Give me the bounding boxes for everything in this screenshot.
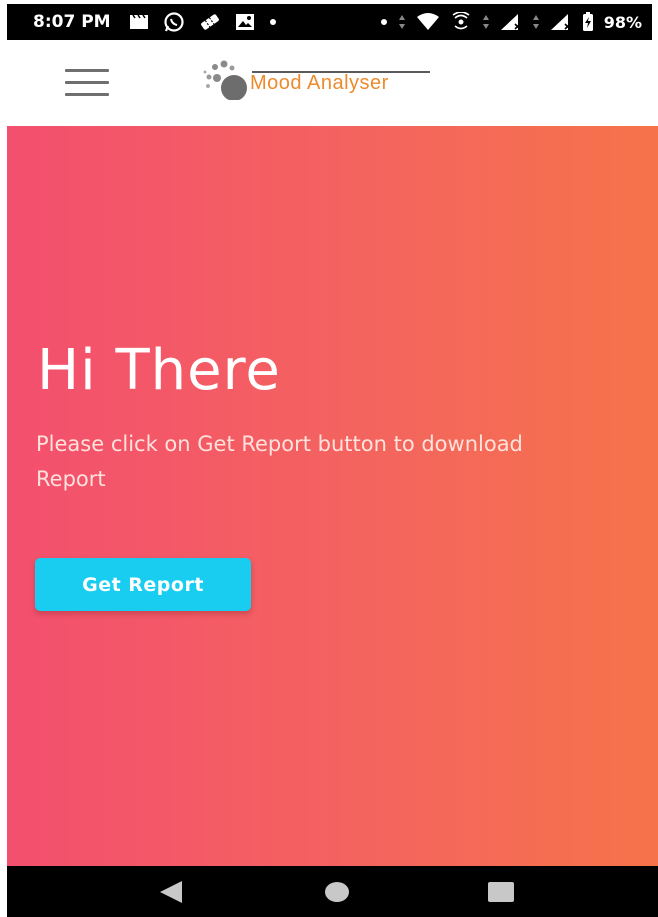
whatsapp-icon <box>163 11 185 33</box>
ticket-icon <box>199 12 221 32</box>
clapperboard-icon <box>129 14 149 30</box>
hero-section: Hi There Please click on Get Report butt… <box>7 126 658 866</box>
hotspot-icon <box>450 12 472 32</box>
dot-icon <box>380 18 388 26</box>
get-report-button[interactable]: Get Report <box>35 558 251 611</box>
data-arrows-icon <box>532 14 540 30</box>
status-bar: 8:07 PM 98% <box>7 4 652 40</box>
data-arrows-icon <box>398 14 406 30</box>
hamburger-menu-icon[interactable] <box>65 68 111 98</box>
system-nav-bar <box>7 866 658 917</box>
back-triangle-icon[interactable] <box>151 866 191 917</box>
recents-square-icon[interactable] <box>481 866 521 917</box>
status-right-group: 98% <box>380 12 642 32</box>
hero-subtitle: Please click on Get Report button to dow… <box>36 432 523 491</box>
home-circle-icon[interactable] <box>317 866 357 917</box>
battery-charging-icon <box>582 12 594 32</box>
hero-title: Hi There <box>37 338 281 403</box>
status-time: 8:07 PM <box>33 12 111 32</box>
signal-icon <box>500 13 522 31</box>
app-header: Mood Analyser <box>7 40 652 126</box>
signal-icon <box>550 13 572 31</box>
app-logo[interactable]: Mood Analyser <box>200 56 460 102</box>
data-arrows-icon <box>482 14 490 30</box>
app-screen: 8:07 PM 98% Mood Analyser Hi There Pleas… <box>0 0 658 917</box>
gallery-icon <box>235 13 255 31</box>
wifi-icon <box>416 13 440 31</box>
battery-percentage: 98% <box>603 12 642 32</box>
logo-bubbles-icon <box>203 60 247 100</box>
logo-text: Mood Analyser <box>250 72 389 94</box>
dot-icon <box>269 18 277 26</box>
